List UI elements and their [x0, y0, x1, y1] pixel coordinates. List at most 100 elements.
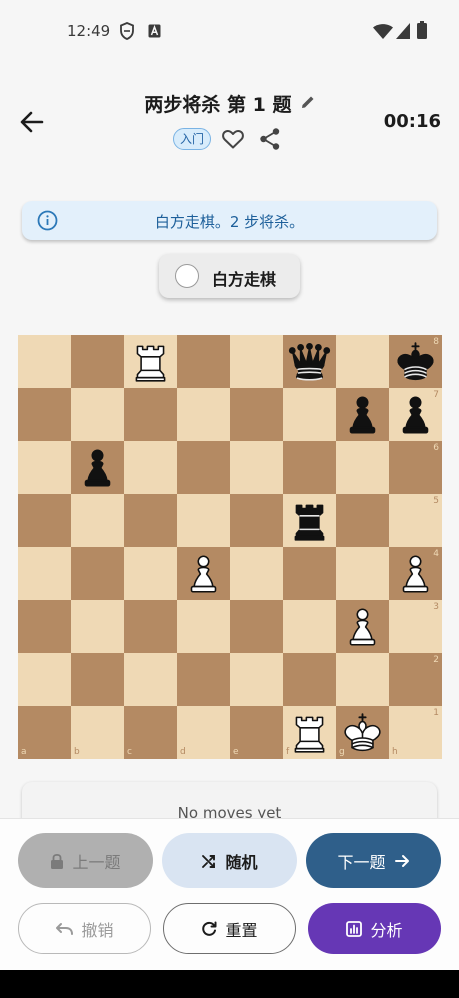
previous-puzzle-button[interactable]: 上一题: [18, 833, 153, 888]
square-d6[interactable]: [177, 441, 230, 494]
square-g5[interactable]: [336, 494, 389, 547]
square-c5[interactable]: [124, 494, 177, 547]
square-b8[interactable]: [71, 335, 124, 388]
square-h3[interactable]: 3: [389, 600, 442, 653]
square-a1[interactable]: a: [18, 706, 71, 759]
square-e5[interactable]: [230, 494, 283, 547]
square-g8[interactable]: [336, 335, 389, 388]
square-b3[interactable]: [71, 600, 124, 653]
square-d1[interactable]: d: [177, 706, 230, 759]
square-g2[interactable]: [336, 653, 389, 706]
share-icon[interactable]: [259, 127, 281, 151]
square-f1[interactable]: f: [283, 706, 336, 759]
analytics-icon: [346, 920, 363, 937]
square-f6[interactable]: [283, 441, 336, 494]
square-e4[interactable]: [230, 547, 283, 600]
square-b1[interactable]: b: [71, 706, 124, 759]
square-c4[interactable]: [124, 547, 177, 600]
square-h4[interactable]: 4: [389, 547, 442, 600]
square-b5[interactable]: [71, 494, 124, 547]
square-h6[interactable]: 6: [389, 441, 442, 494]
square-d5[interactable]: [177, 494, 230, 547]
white-rook-icon[interactable]: [127, 338, 174, 385]
square-b6[interactable]: [71, 441, 124, 494]
square-c2[interactable]: [124, 653, 177, 706]
square-g1[interactable]: g: [336, 706, 389, 759]
square-d4[interactable]: [177, 547, 230, 600]
square-b7[interactable]: [71, 388, 124, 441]
random-puzzle-label: 随机: [225, 852, 258, 872]
next-puzzle-button[interactable]: 下一题: [306, 833, 441, 888]
square-g7[interactable]: [336, 388, 389, 441]
white-pawn-icon[interactable]: [180, 550, 227, 597]
white-rook-icon[interactable]: [286, 709, 333, 756]
wifi-icon: [373, 24, 393, 39]
battery-icon: [417, 21, 427, 39]
square-d7[interactable]: [177, 388, 230, 441]
undo-button[interactable]: 撤销: [18, 903, 151, 954]
status-time: 12:49: [67, 22, 111, 40]
square-b2[interactable]: [71, 653, 124, 706]
square-e3[interactable]: [230, 600, 283, 653]
square-h7[interactable]: 7: [389, 388, 442, 441]
square-c8[interactable]: [124, 335, 177, 388]
square-e1[interactable]: e: [230, 706, 283, 759]
black-rook-icon[interactable]: [286, 497, 333, 544]
analyze-button[interactable]: 分析: [308, 903, 441, 954]
puzzle-timer: 00:16: [383, 111, 441, 132]
random-puzzle-button[interactable]: 随机: [162, 833, 297, 888]
reset-button[interactable]: 重置: [163, 903, 296, 954]
square-f2[interactable]: [283, 653, 336, 706]
chess-board[interactable]: 8765432 a bcd efg1h: [18, 335, 442, 759]
square-e7[interactable]: [230, 388, 283, 441]
white-pawn-icon[interactable]: [392, 550, 439, 597]
square-e2[interactable]: [230, 653, 283, 706]
square-g6[interactable]: [336, 441, 389, 494]
system-nav-bar: [0, 970, 459, 998]
square-h8[interactable]: 8: [389, 335, 442, 388]
edit-pencil-icon[interactable]: [301, 95, 315, 109]
banner-text: 白方走棋。2 步将杀。: [154, 213, 305, 231]
square-h1[interactable]: 1h: [389, 706, 442, 759]
square-c3[interactable]: [124, 600, 177, 653]
square-a2[interactable]: [18, 653, 71, 706]
black-pawn-icon[interactable]: [392, 391, 439, 438]
square-h5[interactable]: 5: [389, 494, 442, 547]
black-pawn-icon[interactable]: [339, 391, 386, 438]
square-c1[interactable]: c: [124, 706, 177, 759]
square-e8[interactable]: [230, 335, 283, 388]
square-c7[interactable]: [124, 388, 177, 441]
rank-label: 1: [433, 708, 439, 718]
square-g3[interactable]: [336, 600, 389, 653]
square-f7[interactable]: [283, 388, 336, 441]
puzzle-screen: 12:49 两步将杀 第 1 题 入门 00:16 白方走棋。2 步将杀。 白方…: [0, 0, 459, 998]
square-e6[interactable]: [230, 441, 283, 494]
file-label: d: [180, 747, 186, 757]
white-king-icon[interactable]: [339, 709, 386, 756]
square-a5[interactable]: [18, 494, 71, 547]
square-a4[interactable]: [18, 547, 71, 600]
black-pawn-icon[interactable]: [74, 444, 121, 491]
square-g4[interactable]: [336, 547, 389, 600]
square-a3[interactable]: [18, 600, 71, 653]
square-d8[interactable]: [177, 335, 230, 388]
square-f8[interactable]: [283, 335, 336, 388]
square-a6[interactable]: [18, 441, 71, 494]
square-f3[interactable]: [283, 600, 336, 653]
white-pawn-icon[interactable]: [339, 603, 386, 650]
page-title: 两步将杀 第 1 题: [144, 94, 292, 116]
square-f5[interactable]: [283, 494, 336, 547]
square-c6[interactable]: [124, 441, 177, 494]
square-a7[interactable]: [18, 388, 71, 441]
square-b4[interactable]: [71, 547, 124, 600]
square-d2[interactable]: [177, 653, 230, 706]
black-king-icon[interactable]: [392, 338, 439, 385]
square-f4[interactable]: [283, 547, 336, 600]
heart-icon[interactable]: [221, 127, 245, 151]
file-label: a: [21, 747, 27, 757]
square-h2[interactable]: 2: [389, 653, 442, 706]
info-banner: 白方走棋。2 步将杀。: [22, 201, 437, 240]
square-a8[interactable]: [18, 335, 71, 388]
black-queen-icon[interactable]: [286, 338, 333, 385]
square-d3[interactable]: [177, 600, 230, 653]
